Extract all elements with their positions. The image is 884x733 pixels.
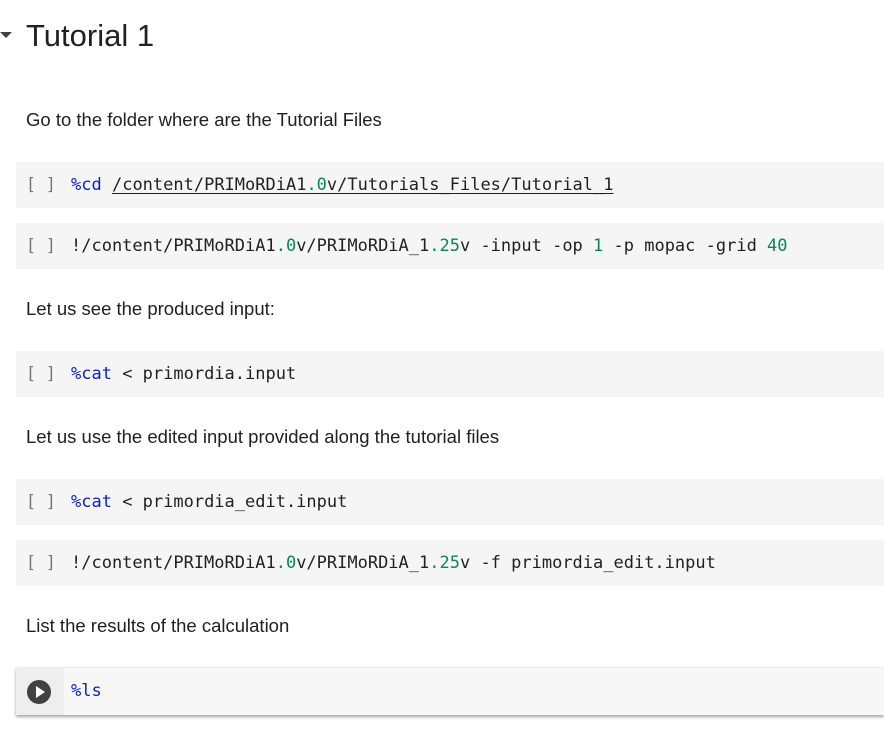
notebook-page: Tutorial 1 Go to the folder where are th… <box>0 0 884 733</box>
magic-command: %cat <box>71 492 112 512</box>
cell-run-bracket[interactable]: [ ] <box>26 162 56 208</box>
code-cell-ls-active[interactable]: %ls <box>16 668 884 715</box>
collapse-caret-icon[interactable] <box>0 32 12 38</box>
code-cell-run-edit[interactable]: [ ] !/content/PRIMoRDiA1.0v/PRIMoRDiA_1.… <box>16 540 884 586</box>
code-cell-cat-input[interactable]: [ ] %cat < primordia.input <box>16 351 884 397</box>
code-line[interactable]: %cat < primordia.input <box>71 351 296 397</box>
text-cell-edited[interactable]: Let us use the edited input provided alo… <box>26 425 499 449</box>
code-cell-cd[interactable]: [ ] %cd /content/PRIMoRDiA1.0v/Tutorials… <box>16 162 884 208</box>
code-cell-run-input[interactable]: [ ] !/content/PRIMoRDiA1.0v/PRIMoRDiA_1.… <box>16 223 884 269</box>
text-cell-folder[interactable]: Go to the folder where are the Tutorial … <box>26 108 382 132</box>
cell-run-bracket[interactable]: [ ] <box>26 223 56 269</box>
code-line[interactable]: %cd /content/PRIMoRDiA1.0v/Tutorials_Fil… <box>71 162 614 208</box>
code-cell-cat-edit[interactable]: [ ] %cat < primordia_edit.input <box>16 479 884 525</box>
code-line[interactable]: %ls <box>71 668 102 715</box>
magic-command: %cat <box>71 364 112 384</box>
play-icon <box>36 686 45 698</box>
cell-run-bracket[interactable]: [ ] <box>26 540 56 586</box>
code-line[interactable]: !/content/PRIMoRDiA1.0v/PRIMoRDiA_1.25v … <box>71 540 716 586</box>
code-line[interactable]: %cat < primordia_edit.input <box>71 479 347 525</box>
section-title: Tutorial 1 <box>26 18 155 53</box>
text-cell-results[interactable]: List the results of the calculation <box>26 614 289 638</box>
code-line[interactable]: !/content/PRIMoRDiA1.0v/PRIMoRDiA_1.25v … <box>71 223 788 269</box>
magic-command: %cd <box>71 175 102 195</box>
text-cell-produced[interactable]: Let us see the produced input: <box>26 297 275 321</box>
run-cell-button[interactable] <box>27 680 51 704</box>
cell-run-bracket[interactable]: [ ] <box>26 351 56 397</box>
path-link[interactable]: /content/PRIMoRDiA1.0v/Tutorials_Files/T… <box>112 175 614 195</box>
cell-run-bracket[interactable]: [ ] <box>26 479 56 525</box>
